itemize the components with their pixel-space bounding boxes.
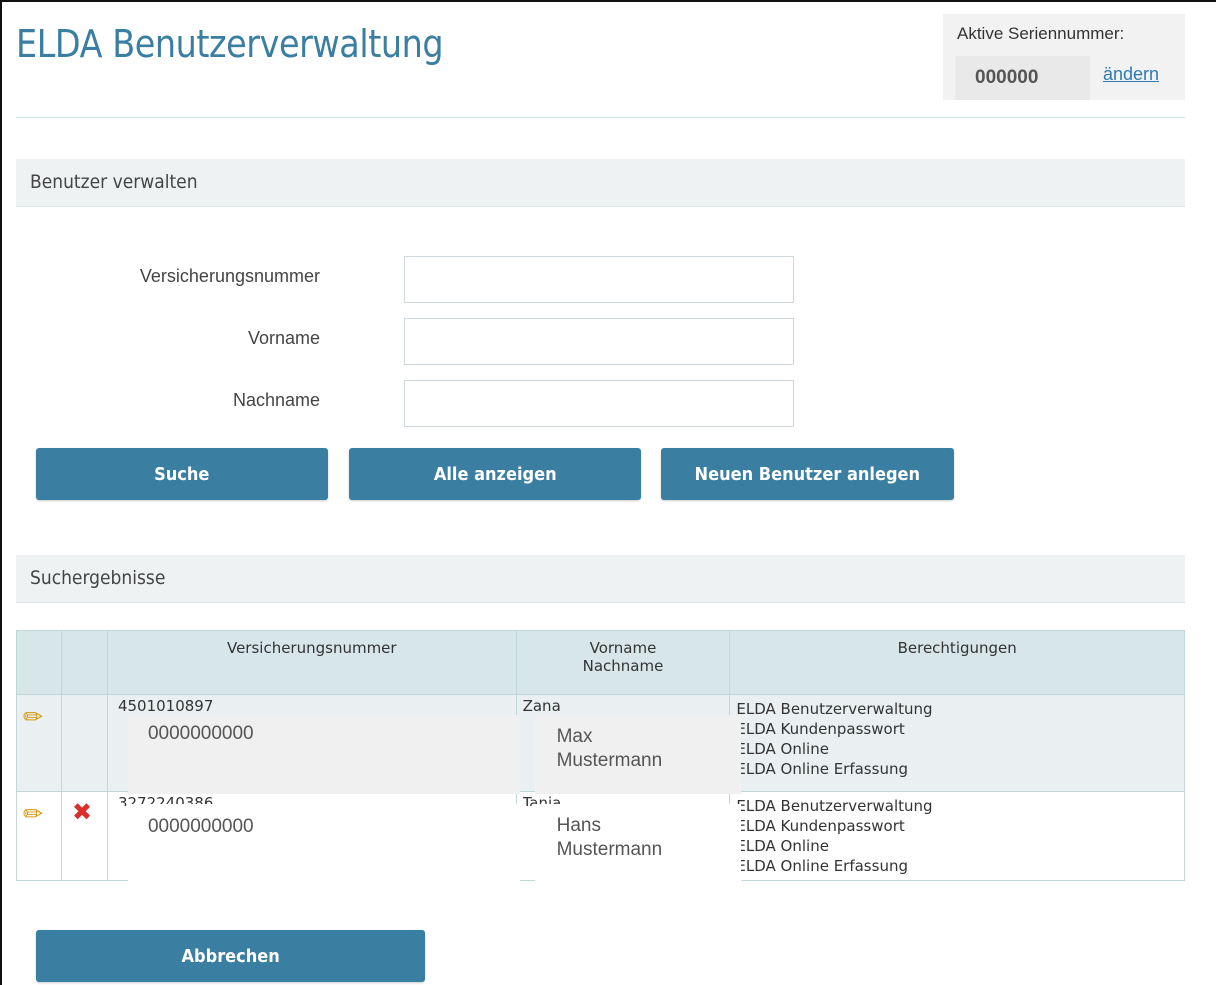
insurance-number-cell: 3272240386 0000000000 bbox=[106, 791, 520, 882]
permission-item: ELDA Benutzerverwaltung bbox=[736, 700, 933, 718]
permission-item: ELDA Online Erfassung bbox=[736, 760, 908, 778]
permission-item: ELDA Online bbox=[736, 740, 829, 758]
search-button[interactable]: Suche bbox=[36, 448, 328, 500]
first-name-value: Hans bbox=[556, 815, 601, 836]
pencil-icon[interactable]: ✏ bbox=[23, 802, 43, 826]
last-name-value: Mustermann bbox=[556, 839, 663, 860]
insurance-number-cell: 4501010897 0000000000 bbox=[106, 694, 520, 794]
new-user-button[interactable]: Neuen Benutzer anlegen bbox=[661, 448, 954, 500]
permissions-cell: ELDA Benutzerverwaltung ELDA Kundenpassw… bbox=[729, 791, 1185, 881]
section-title: Suchergebnisse bbox=[30, 567, 166, 589]
first-name-label: Vorname bbox=[247, 328, 320, 348]
last-name-input[interactable] bbox=[404, 380, 794, 427]
serial-value: 000000 bbox=[955, 56, 1090, 100]
header-divider bbox=[16, 117, 1185, 118]
name-header-line1: Vorname bbox=[589, 639, 657, 657]
insurance-number-label: Versicherungsnummer bbox=[139, 266, 320, 286]
serial-label: Aktive Seriennummer: bbox=[957, 24, 1125, 43]
show-all-button[interactable]: Alle anzeigen bbox=[349, 448, 641, 500]
page-title: ELDA Benutzerverwaltung bbox=[16, 22, 444, 66]
delete-cell: ✖ bbox=[60, 791, 108, 881]
first-name-behind: Zana bbox=[522, 697, 561, 715]
delete-x-icon[interactable]: ✖ bbox=[72, 800, 92, 824]
new-user-button-label: Neuen Benutzer anlegen bbox=[694, 463, 921, 485]
edit-cell: ✏ bbox=[16, 694, 62, 792]
name-header-line2: Nachname bbox=[582, 657, 664, 675]
show-all-button-label: Alle anzeigen bbox=[433, 463, 557, 485]
insurance-number-input[interactable] bbox=[404, 256, 794, 303]
last-name-label: Nachname bbox=[232, 390, 320, 410]
name-value: Max Mustermann bbox=[534, 715, 741, 794]
cancel-button-label: Abbrechen bbox=[181, 945, 280, 967]
last-name-value: Mustermann bbox=[556, 750, 663, 771]
permissions-header[interactable]: Berechtigungen bbox=[729, 630, 1185, 695]
name-header[interactable]: Vorname Nachname bbox=[515, 630, 731, 695]
permission-item: ELDA Online Erfassung bbox=[736, 857, 908, 875]
insurance-number-value: 0000000000 bbox=[127, 804, 520, 882]
table-header-row: Versicherungsnummer Vorname Nachname Ber… bbox=[16, 630, 1185, 695]
section-title: Benutzer verwalten bbox=[30, 171, 198, 193]
cancel-button[interactable]: Abbrechen bbox=[36, 930, 425, 982]
insurance-number-value: 0000000000 bbox=[127, 715, 520, 794]
delete-column-header bbox=[60, 630, 108, 695]
pencil-icon[interactable]: ✏ bbox=[23, 705, 43, 729]
insurance-number-header[interactable]: Versicherungsnummer bbox=[106, 630, 517, 695]
first-name-value: Max bbox=[556, 726, 593, 747]
window-border-left bbox=[0, 0, 2, 985]
results-section-header: Suchergebnisse bbox=[16, 555, 1185, 603]
permissions-cell: ELDA Benutzerverwaltung ELDA Kundenpassw… bbox=[729, 694, 1185, 792]
permission-item: ELDA Kundenpasswort bbox=[736, 720, 905, 738]
permission-item: ELDA Online bbox=[736, 837, 829, 855]
table-row: ✏ ✖ 3272240386 0000000000 Tanja Hans Mus… bbox=[16, 791, 1185, 882]
search-button-label: Suche bbox=[154, 463, 210, 485]
name-cell: Tanja Hans Mustermann bbox=[515, 791, 741, 882]
permission-item: ELDA Benutzerverwaltung bbox=[736, 797, 933, 815]
change-serial-link[interactable]: ändern bbox=[1103, 64, 1159, 85]
table-row: ✏ 4501010897 0000000000 Zana Max Musterm… bbox=[16, 694, 1185, 794]
name-value: Hans Mustermann bbox=[534, 804, 741, 882]
delete-cell bbox=[60, 694, 108, 792]
edit-cell: ✏ bbox=[16, 791, 62, 881]
results-table: Versicherungsnummer Vorname Nachname Ber… bbox=[16, 630, 1185, 882]
window-border-top bbox=[0, 0, 1216, 2]
first-name-input[interactable] bbox=[404, 318, 794, 365]
name-cell: Zana Max Mustermann bbox=[515, 694, 741, 794]
permission-item: ELDA Kundenpasswort bbox=[736, 817, 905, 835]
insurance-number-behind: 4501010897 bbox=[117, 697, 214, 715]
edit-column-header bbox=[16, 630, 62, 695]
manage-section-header: Benutzer verwalten bbox=[16, 159, 1185, 207]
